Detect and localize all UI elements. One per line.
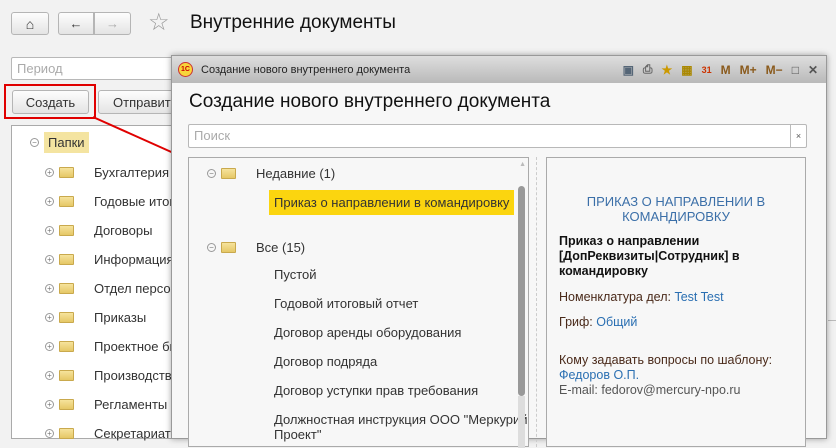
expand-icon: +: [45, 196, 54, 206]
expand-icon: +: [45, 225, 54, 235]
tree-item-label: Годовые итоги: [94, 193, 182, 209]
tree-item-label: Производство: [94, 367, 179, 383]
dialog-heading: Создание нового внутреннего документа: [189, 91, 551, 112]
close-icon[interactable]: ✕: [808, 63, 818, 77]
tree-item[interactable]: + Годовые итоги: [45, 191, 181, 211]
favorite-icon[interactable]: ★: [662, 63, 673, 77]
group-recent[interactable]: − Недавние (1): [207, 163, 335, 183]
page-title: Внутренние документы: [190, 12, 396, 33]
clear-search-icon[interactable]: ×: [790, 125, 806, 147]
folder-icon: [59, 224, 74, 236]
tree-item-label: Приказы: [94, 309, 147, 325]
preview-document-name: Приказ о направлении [ДопРеквизиты|Сотру…: [559, 234, 740, 278]
tree-item[interactable]: + Регламенты: [45, 394, 167, 414]
tree-item[interactable]: + Секретариат: [45, 423, 171, 443]
folder-icon: [59, 311, 74, 323]
folder-icon: [59, 195, 74, 207]
folder-icon: [59, 427, 74, 439]
expand-icon: +: [45, 283, 54, 293]
folder-icon: [59, 282, 74, 294]
list-item[interactable]: Договор подряда: [274, 354, 377, 369]
memory-button[interactable]: M: [721, 63, 731, 77]
tree-item[interactable]: + Информация: [45, 249, 174, 269]
dialog-titlebar: 1С Создание нового внутреннего документа…: [172, 56, 826, 83]
annotation-arrow: [92, 116, 186, 159]
list-item[interactable]: Годовой итоговый отчет: [274, 296, 418, 311]
save-icon[interactable]: ▣: [623, 63, 634, 77]
expand-icon: +: [45, 341, 54, 351]
tree-item-label: Регламенты: [94, 396, 168, 412]
group-recent-label: Недавние (1): [256, 165, 336, 181]
list-item[interactable]: Пустой: [274, 267, 317, 282]
folder-icon: [59, 340, 74, 352]
contact-email: E-mail: fedorov@mercury-npo.ru: [559, 383, 741, 397]
expand-icon: +: [45, 254, 54, 264]
maximize-icon[interactable]: □: [792, 63, 799, 77]
grif-value: Общий: [596, 315, 638, 329]
collapse-icon: −: [207, 242, 216, 252]
calculator-icon[interactable]: ▦: [681, 63, 692, 77]
tree-item-label: Договоры: [94, 222, 153, 238]
tree-item[interactable]: + Производство: [45, 365, 179, 385]
expand-icon: +: [45, 428, 54, 438]
list-item[interactable]: Должностная инструкция ООО "Меркурий Про…: [274, 412, 528, 442]
bg-divider: [828, 320, 836, 321]
contact-label: Кому задавать вопросы по шаблону:: [559, 353, 773, 367]
tree-item-label: Секретариат: [94, 425, 171, 441]
collapse-icon: −: [207, 168, 216, 178]
calendar-icon[interactable]: 31: [702, 65, 712, 75]
template-list: − Недавние (1) Приказ о направлении в ком…: [188, 157, 529, 448]
list-item-selected[interactable]: Приказ о направлении в командировку: [269, 190, 515, 215]
tree-item[interactable]: + Договоры: [45, 220, 152, 240]
preview-title: ПРИКАЗ О НАПРАВЛЕНИИ В КОМАНДИРОВКУ: [586, 194, 766, 224]
search-input[interactable]: Поиск ×: [188, 124, 807, 148]
nomenclature-value: Test Test: [674, 290, 724, 304]
grif-label: Гриф:: [559, 315, 593, 329]
create-document-dialog: 1С Создание нового внутреннего документа…: [171, 55, 827, 448]
folder-icon: [221, 241, 236, 253]
nomenclature-label: Номенклатура дел:: [559, 290, 671, 304]
list-item[interactable]: Договор аренды оборудования: [274, 325, 461, 340]
scrollbar-track[interactable]: [518, 396, 525, 448]
1c-logo-icon: 1С: [178, 62, 193, 77]
group-all[interactable]: − Все (15): [207, 237, 305, 257]
folder-icon: [59, 398, 74, 410]
group-all-label: Все (15): [256, 239, 306, 255]
scroll-up-icon[interactable]: ▲: [519, 161, 526, 168]
scrollbar-thumb[interactable]: [518, 186, 525, 396]
folder-icon: [221, 167, 236, 179]
folder-tree: − Папки + Бухгалтерия + Годовые итоги + Догово…: [11, 125, 200, 441]
memory-plus-button[interactable]: M+: [740, 63, 757, 77]
expand-icon: +: [45, 370, 54, 380]
print-icon[interactable]: ⎙: [643, 62, 653, 77]
folder-icon: [59, 253, 74, 265]
search-placeholder: Поиск: [194, 128, 231, 143]
tree-item-label: Информация: [94, 251, 174, 267]
list-item[interactable]: Договор уступки прав требования: [274, 383, 478, 398]
expand-icon: +: [45, 399, 54, 409]
dialog-window-title: Создание нового внутреннего документа: [201, 63, 411, 76]
template-preview: ПРИКАЗ О НАПРАВЛЕНИИ В КОМАНДИРОВКУ Прик…: [546, 157, 806, 447]
tree-item[interactable]: + Приказы: [45, 307, 146, 327]
splitter[interactable]: [536, 157, 537, 447]
folder-icon: [59, 369, 74, 381]
expand-icon: +: [45, 312, 54, 322]
contact-name[interactable]: Федоров О.П.: [559, 368, 793, 383]
memory-minus-button[interactable]: M−: [766, 63, 783, 77]
